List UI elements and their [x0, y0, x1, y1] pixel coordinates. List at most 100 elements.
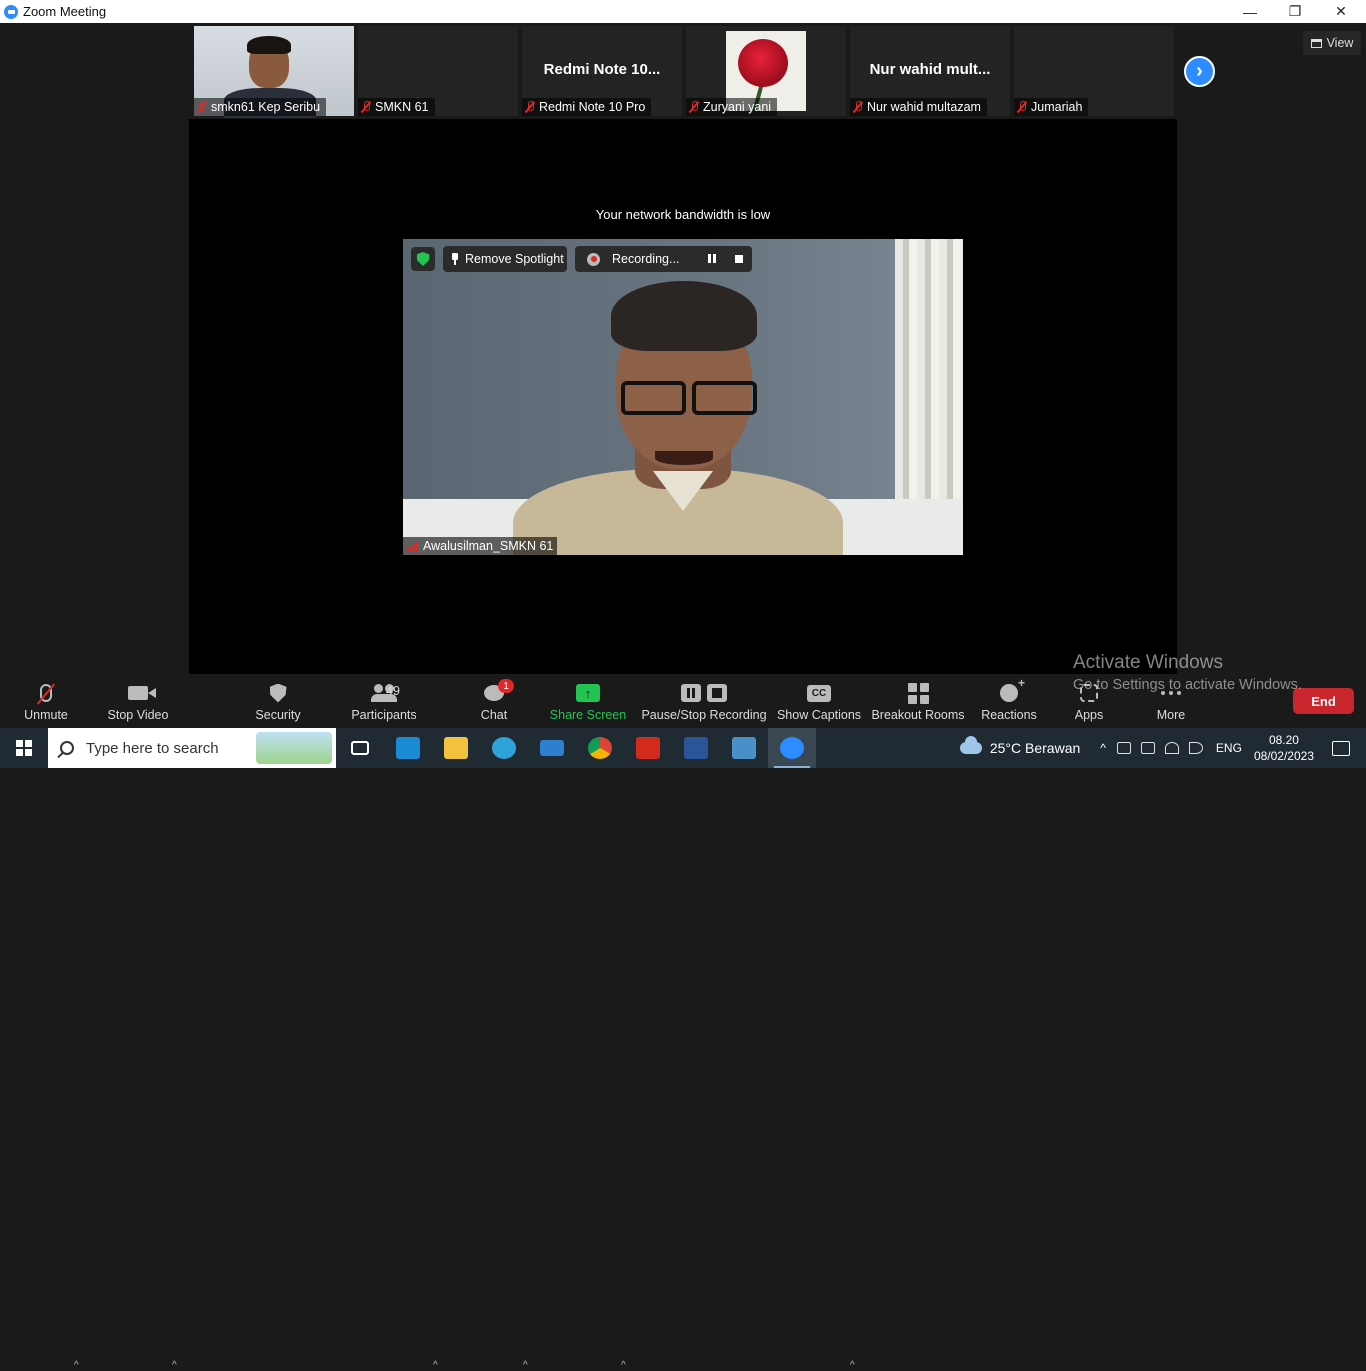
title-bar: Zoom Meeting — ❐ ✕ [0, 0, 1366, 23]
acrobat-button[interactable] [624, 728, 672, 768]
file-explorer-button[interactable] [432, 728, 480, 768]
show-captions-button[interactable]: CC Show Captions [776, 674, 862, 728]
participant-name: Redmi Note 10 Pro [539, 100, 646, 114]
more-label: More [1156, 708, 1186, 722]
wifi-icon[interactable] [1164, 742, 1179, 754]
stop-video-button[interactable]: Stop Video [104, 674, 172, 728]
view-button[interactable]: View [1303, 31, 1361, 55]
chevron-right-icon: › [1196, 60, 1203, 82]
weather-text[interactable]: 25°C Berawan [990, 740, 1080, 756]
activate-windows-watermark: Activate Windows Go to Settings to activ… [1073, 652, 1302, 693]
chat-options-chevron-icon[interactable]: ^ [523, 1360, 528, 1371]
pause-icon[interactable] [681, 684, 701, 702]
start-button[interactable] [0, 728, 48, 768]
participants-options-chevron-icon[interactable]: ^ [433, 1360, 438, 1371]
recording-label: Recording... [612, 252, 680, 266]
participant-thumb[interactable]: Nur wahid mult... Nur wahid multazam [850, 26, 1010, 116]
participant-thumb[interactable]: smkn61 Kep Seribu [194, 26, 354, 118]
chat-unread-badge: 1 [498, 679, 514, 693]
participant-name-tag: SMKN 61 [358, 98, 435, 116]
mic-muted-icon [853, 101, 863, 113]
pause-recording-icon[interactable] [707, 254, 717, 264]
participant-name: Jumariah [1031, 100, 1083, 114]
captions-options-chevron-icon[interactable]: ^ [850, 1360, 855, 1371]
speaker-video[interactable]: Remove Spotlight Recording... Awalusilma… [403, 239, 963, 555]
mic-muted-icon [361, 101, 371, 113]
participant-thumb[interactable]: Redmi Note 10... Redmi Note 10 Pro [522, 26, 682, 116]
zoom-icon [780, 737, 804, 759]
edge-button[interactable] [480, 728, 528, 768]
video-options-chevron-icon[interactable]: ^ [172, 1360, 177, 1371]
show-captions-label: Show Captions [776, 708, 862, 722]
share-screen-label: Share Screen [549, 708, 627, 722]
remove-spotlight-button[interactable]: Remove Spotlight [443, 246, 567, 272]
minimize-button[interactable]: — [1227, 0, 1273, 23]
volume-icon[interactable] [1188, 742, 1203, 754]
close-button[interactable]: ✕ [1318, 0, 1364, 23]
windows-logo-icon [16, 740, 32, 756]
chrome-button[interactable] [576, 728, 624, 768]
pause-stop-recording-label: Pause/Stop Recording [641, 708, 767, 722]
clock-date: 08/02/2023 [1253, 749, 1314, 763]
participants-count: 49 [386, 684, 400, 698]
microsoft-store-button[interactable] [384, 728, 432, 768]
participants-button[interactable]: 49 Participants [348, 674, 420, 728]
stop-recording-icon[interactable] [735, 255, 743, 263]
control-panel-button[interactable] [720, 728, 768, 768]
recording-indicator: Recording... [575, 246, 752, 272]
audio-options-chevron-icon[interactable]: ^ [74, 1360, 79, 1371]
window-title: Zoom Meeting [23, 4, 107, 19]
language-indicator[interactable]: ENG [1216, 741, 1242, 755]
video-camera-icon [128, 686, 148, 700]
unmute-button[interactable]: Unmute [18, 674, 74, 728]
smiley-plus-icon [1000, 676, 1025, 702]
participant-thumb[interactable]: Zuryani yani [686, 26, 846, 116]
breakout-rooms-icon [907, 682, 929, 704]
notification-center-icon[interactable] [1332, 740, 1350, 756]
meet-now-icon[interactable] [1116, 742, 1131, 754]
encryption-shield-button[interactable] [411, 247, 435, 271]
unmute-label: Unmute [24, 708, 68, 722]
reactions-label: Reactions [981, 708, 1037, 722]
share-options-chevron-icon[interactable]: ^ [621, 1360, 626, 1371]
speaker-mouth [655, 451, 713, 465]
participant-thumb[interactable]: SMKN 61 [358, 26, 518, 116]
security-button[interactable]: Security [250, 674, 306, 728]
view-label: View [1326, 36, 1354, 50]
chat-button[interactable]: 1 Chat [474, 674, 514, 728]
restore-button[interactable]: ❐ [1272, 0, 1318, 23]
participant-name-tag: Redmi Note 10 Pro [522, 98, 652, 116]
speaker-name: Awalusilman_SMKN 61 [423, 539, 554, 553]
recording-dot-icon [587, 252, 600, 266]
participant-display-name: Nur wahid mult... [869, 61, 991, 78]
word-icon [684, 737, 708, 759]
task-view-button[interactable] [336, 728, 384, 768]
windows-taskbar: Type here to search 25°C Berawan ^ ENG 0… [0, 728, 1366, 768]
apps-label: Apps [1074, 708, 1104, 722]
breakout-rooms-label: Breakout Rooms [871, 708, 965, 722]
participant-name-tag: Nur wahid multazam [850, 98, 987, 116]
acrobat-icon [636, 737, 660, 759]
cloud-weather-icon [959, 736, 982, 754]
reactions-button[interactable]: Reactions [980, 674, 1038, 728]
breakout-rooms-button[interactable]: Breakout Rooms [871, 674, 965, 728]
participant-video-hair [247, 36, 291, 54]
next-page-button[interactable]: › [1184, 56, 1215, 87]
battery-icon[interactable] [1140, 742, 1155, 754]
taskbar-search[interactable]: Type here to search [48, 728, 336, 768]
chevron-up-icon[interactable]: ^ [1100, 741, 1106, 755]
speaker-glasses [621, 381, 757, 415]
participant-thumb[interactable]: Jumariah [1014, 26, 1174, 116]
clock[interactable]: 08.20 08/02/2023 [1254, 732, 1314, 764]
clock-time: 08.20 [1268, 733, 1299, 747]
word-button[interactable] [672, 728, 720, 768]
stop-icon[interactable] [707, 684, 727, 702]
stop-video-label: Stop Video [107, 708, 169, 722]
zoom-taskbar-button[interactable] [768, 728, 816, 768]
pause-stop-recording-button[interactable]: Pause/Stop Recording [641, 674, 767, 728]
share-screen-button[interactable]: ↑ Share Screen [550, 674, 626, 728]
end-meeting-button[interactable]: End [1293, 688, 1354, 714]
share-screen-arrow-icon: ↑ [576, 684, 600, 702]
mail-button[interactable] [528, 728, 576, 768]
rose-image [738, 39, 788, 87]
